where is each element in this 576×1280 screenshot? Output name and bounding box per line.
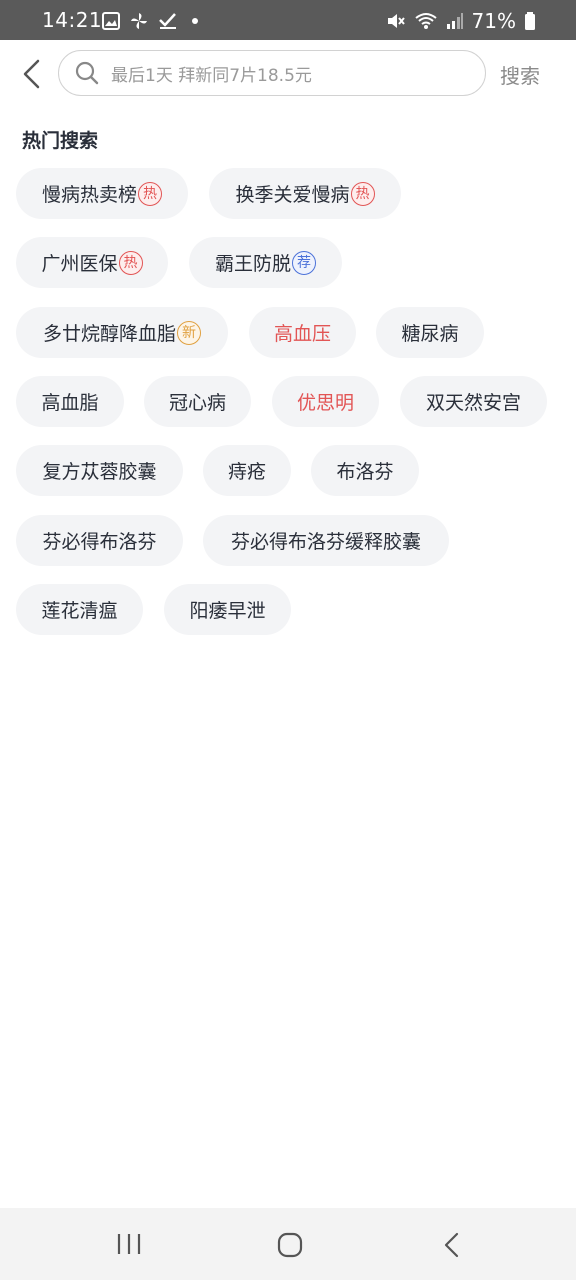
- signal-icon: [446, 13, 463, 29]
- hot-tag[interactable]: 芬必得布洛芬: [16, 515, 183, 566]
- hot-tag-label: 广州医保: [41, 253, 118, 275]
- hot-tag[interactable]: 广州医保 热: [16, 237, 168, 288]
- search-input[interactable]: 最后1天 拜新同7片18.5元: [58, 50, 486, 96]
- search-button[interactable]: 搜索: [500, 60, 540, 89]
- app-root: 14:21 71% 最后1天 拜新同7片18.5元 搜索 热门搜索 慢病热卖榜 …: [0, 0, 576, 1280]
- hot-tag-label: 阳痿早泄: [189, 600, 266, 622]
- status-bar: 14:21 71%: [0, 0, 576, 40]
- hot-tag-label: 慢病热卖榜: [41, 184, 137, 206]
- new-badge: 新: [177, 320, 201, 345]
- hot-tag-label: 芬必得布洛芬: [42, 531, 157, 553]
- hot-tag-label: 冠心病: [168, 392, 226, 414]
- hot-tag-label: 高血压: [273, 323, 331, 345]
- recents-icon[interactable]: [116, 1232, 142, 1256]
- wifi-icon: [414, 13, 437, 29]
- hot-tag-label: 芬必得布洛芬缓释胶囊: [230, 531, 421, 553]
- hot-tag[interactable]: 冠心病: [144, 376, 251, 427]
- hot-tag[interactable]: 慢病热卖榜 热: [16, 168, 188, 219]
- hot-tag[interactable]: 阳痿早泄: [164, 584, 291, 635]
- hot-tag[interactable]: 高血压: [249, 307, 356, 358]
- battery-icon: [525, 12, 535, 30]
- dot-icon: [192, 18, 198, 24]
- search-icon: [75, 61, 99, 85]
- search-placeholder: 最后1天 拜新同7片18.5元: [111, 66, 312, 86]
- hot-tag-label: 复方苁蓉胶囊: [42, 461, 157, 483]
- hot-tag-label: 布洛芬: [336, 461, 394, 483]
- hot-tag[interactable]: 高血脂: [16, 376, 124, 427]
- hot-badge: 热: [118, 250, 143, 275]
- back-icon[interactable]: [442, 1232, 462, 1258]
- hot-tag[interactable]: 双天然安宫: [400, 376, 547, 427]
- battery-percent: 71%: [471, 9, 516, 33]
- hot-tag[interactable]: 复方苁蓉胶囊: [16, 445, 183, 496]
- hot-tag-label: 霸王防脱: [214, 253, 291, 275]
- hot-tag[interactable]: 痔疮: [203, 445, 291, 496]
- pinwheel-icon: [131, 13, 147, 29]
- hot-badge: 热: [350, 181, 375, 206]
- hot-search-title: 热门搜索: [22, 130, 99, 152]
- navigation-bar: [0, 1208, 576, 1280]
- recommend-badge: 荐: [292, 250, 316, 275]
- hot-tag-label: 双天然安宫: [425, 392, 521, 414]
- hot-tag-label: 高血脂: [41, 392, 99, 414]
- hot-tag[interactable]: 霸王防脱 荐: [189, 237, 342, 288]
- hot-tag[interactable]: 莲花清瘟: [16, 584, 143, 635]
- check-icon: [159, 13, 176, 29]
- hot-tag[interactable]: 布洛芬: [311, 445, 419, 496]
- hot-tag[interactable]: 芬必得布洛芬缓释胶囊: [203, 515, 449, 566]
- hot-tag-label: 优思明: [296, 392, 354, 414]
- hot-tag-label: 多廿烷醇降血脂: [42, 323, 176, 345]
- back-icon[interactable]: [18, 58, 44, 90]
- hot-badge: 热: [138, 181, 162, 206]
- notification-icons: [102, 12, 198, 30]
- hot-tag[interactable]: 多廿烷醇降血脂 新: [16, 307, 228, 358]
- search-header: 最后1天 拜新同7片18.5元 搜索: [0, 40, 576, 106]
- hot-tag-label: 痔疮: [227, 461, 266, 483]
- system-icons: 71%: [386, 9, 536, 33]
- home-icon[interactable]: [277, 1232, 303, 1258]
- image-icon: [102, 12, 120, 30]
- status-time: 14:21: [42, 8, 103, 32]
- hot-tag-label: 莲花清瘟: [41, 600, 118, 622]
- hot-tag[interactable]: 换季关爱慢病 热: [209, 168, 401, 219]
- hot-tag[interactable]: 糖尿病: [376, 307, 484, 358]
- mute-icon: [387, 14, 405, 28]
- hot-tag-label: 糖尿病: [401, 323, 459, 345]
- hot-tag[interactable]: 优思明: [272, 376, 379, 427]
- hot-tag-label: 换季关爱慢病: [235, 184, 350, 206]
